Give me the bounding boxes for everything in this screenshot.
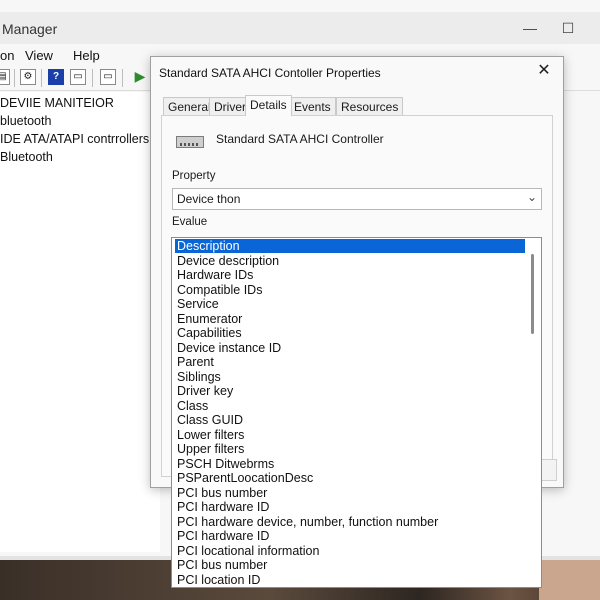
device-icon[interactable]: ⚙ <box>20 69 36 85</box>
dropdown-option[interactable]: PCI location ID <box>175 573 260 587</box>
menu-view[interactable]: View <box>25 48 53 63</box>
dropdown-option[interactable]: Hardware IDs <box>175 268 253 282</box>
minimize-icon[interactable]: — <box>520 18 540 38</box>
dropdown-option[interactable]: PCI bus number <box>175 558 267 572</box>
device-tree: DEVIIE MANITEIOR bluetooth IDE ATA/ATAPI… <box>0 92 160 552</box>
toolbar-separator <box>122 69 123 87</box>
view-icon[interactable]: ▭ <box>70 69 86 85</box>
menu-action[interactable]: on <box>0 48 14 63</box>
menu-help[interactable]: Help <box>73 48 100 63</box>
tree-item-root[interactable]: DEVIIE MANITEIOR <box>0 96 114 110</box>
property-dropdown-list[interactable]: Description Device description Hardware … <box>171 237 542 588</box>
dropdown-option[interactable]: PSCH Ditwebrms <box>175 457 274 471</box>
property-label: Property <box>172 170 216 182</box>
dropdown-option[interactable]: Device description <box>175 254 279 268</box>
tree-item-bluetooth[interactable]: bluetooth <box>0 114 51 128</box>
dropdown-option[interactable]: Enumerator <box>175 312 242 326</box>
dropdown-option[interactable]: Parent <box>175 355 214 369</box>
chevron-down-icon[interactable]: ⌄ <box>527 190 537 204</box>
dropdown-option[interactable]: Upper filters <box>175 442 244 456</box>
close-icon[interactable]: ✕ <box>535 62 553 80</box>
desktop-background-right <box>539 560 600 600</box>
tab-events[interactable]: Events <box>289 97 336 115</box>
dropdown-option[interactable]: PCI hardware device, number, function nu… <box>175 515 438 529</box>
dropdown-option[interactable]: PCI locational information <box>175 544 319 558</box>
maximize-icon[interactable]: ☐ <box>558 18 578 38</box>
dropdown-option[interactable]: Service <box>175 297 219 311</box>
update-driver-icon[interactable]: ▶ <box>132 69 148 85</box>
dropdown-option[interactable]: Compatible IDs <box>175 283 262 297</box>
tree-item-ide-controllers[interactable]: IDE ATA/ATAPI contrrollers <box>0 132 149 146</box>
dropdown-option[interactable]: PCI hardware ID <box>175 529 269 543</box>
property-dropdown[interactable]: Device thon ⌄ <box>172 188 542 210</box>
tab-general[interactable]: General <box>163 97 216 115</box>
dropdown-option[interactable]: Class <box>175 399 208 413</box>
dropdown-option[interactable]: Driver key <box>175 384 233 398</box>
dropdown-option[interactable]: Lower filters <box>175 428 244 442</box>
toolbar-separator <box>92 69 93 87</box>
dropdown-option[interactable]: PCI hardware ID <box>175 500 269 514</box>
value-label: Evalue <box>172 216 208 228</box>
device-manager-titlebar: Manager — ☐ <box>0 12 600 44</box>
dropdown-option-selected[interactable]: Description <box>175 239 525 253</box>
tab-resources[interactable]: Resources <box>336 97 404 115</box>
dialog-title: Standard SATA AHCI Contoller Properties <box>159 66 381 80</box>
toolbar-separator <box>14 69 15 87</box>
help-icon[interactable]: ? <box>48 69 64 85</box>
window-title: Manager <box>2 21 58 37</box>
property-dropdown-value: Device thon <box>177 192 241 206</box>
device-name: Standard SATA AHCI Controller <box>216 132 384 146</box>
monitor-icon[interactable]: ▭ <box>100 69 116 85</box>
dropdown-option[interactable]: PSParentLoocationDesc <box>175 471 313 485</box>
storage-controller-icon <box>176 136 204 148</box>
dropdown-option[interactable]: Capabilities <box>175 326 242 340</box>
dropdown-scrollbar[interactable] <box>531 254 534 334</box>
tab-details[interactable]: Details <box>245 95 292 116</box>
dropdown-option[interactable]: Device instance ID <box>175 341 281 355</box>
properties-icon[interactable]: ▤ <box>0 69 10 85</box>
dropdown-option[interactable]: Siblings <box>175 370 221 384</box>
tree-item-bluetooth-2[interactable]: Bluetooth <box>0 150 53 164</box>
toolbar-separator <box>41 69 42 87</box>
dropdown-option[interactable]: PCI bus number <box>175 486 267 500</box>
dropdown-option[interactable]: Class GUID <box>175 413 243 427</box>
